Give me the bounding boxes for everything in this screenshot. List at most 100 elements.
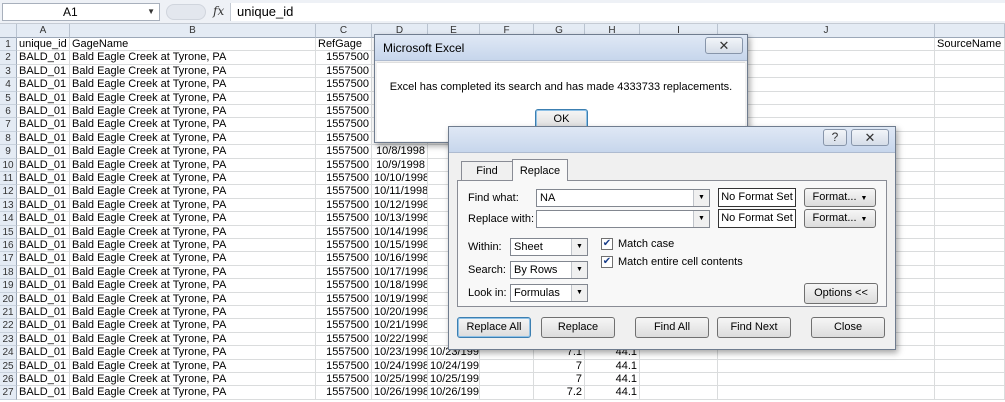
table-cell[interactable] [640,386,718,400]
table-cell[interactable]: Bald Eagle Creek at Tyrone, PA [70,386,316,400]
table-cell[interactable]: 10/16/1998 [372,252,428,266]
row-header[interactable]: 9 [0,145,17,159]
table-cell[interactable]: 10/24/1998 [372,359,428,373]
table-cell[interactable]: 1557500 [316,292,372,306]
table-cell[interactable] [935,212,1005,226]
table-cell[interactable]: BALD_01 [17,64,70,79]
find-next-button[interactable]: Find Next [717,317,791,338]
table-cell[interactable]: 10/25/1998 [428,373,480,387]
table-cell[interactable]: BALD_01 [17,319,70,333]
find-all-button[interactable]: Find All [635,317,709,338]
close-icon[interactable]: ✕ [851,129,889,146]
row-header[interactable]: 20 [0,292,17,306]
table-cell[interactable] [718,105,935,119]
table-cell[interactable]: BALD_01 [17,332,70,347]
table-cell[interactable]: 1557500 [316,131,372,146]
column-header[interactable]: A [17,24,70,38]
row-header[interactable]: 13 [0,198,17,213]
column-header[interactable] [935,24,1005,38]
table-cell[interactable]: 10/18/1998 [372,279,428,293]
table-cell[interactable]: BALD_01 [17,172,70,186]
table-cell[interactable]: 10/10/1998 [372,172,428,186]
find-what-input[interactable]: NA ▼ [536,189,710,207]
insert-function-icon[interactable]: fx [213,4,224,18]
column-header[interactable]: J [718,24,935,38]
row-header[interactable]: 4 [0,78,17,92]
table-cell[interactable] [718,51,935,65]
table-cell[interactable]: BALD_01 [17,91,70,105]
table-cell[interactable]: Bald Eagle Creek at Tyrone, PA [70,332,316,347]
table-cell[interactable]: 1557500 [316,185,372,199]
table-cell[interactable] [935,78,1005,92]
table-cell[interactable] [718,64,935,79]
row-header[interactable]: 2 [0,51,17,65]
row-header[interactable]: 15 [0,225,17,239]
table-cell[interactable]: Bald Eagle Creek at Tyrone, PA [70,64,316,79]
table-cell[interactable] [935,373,1005,387]
lookin-select[interactable]: Formulas ▼ [510,284,588,302]
replace-all-button[interactable]: Replace All [457,317,531,338]
table-cell[interactable] [935,91,1005,105]
table-cell[interactable]: BALD_01 [17,118,70,132]
table-cell[interactable]: Bald Eagle Creek at Tyrone, PA [70,359,316,373]
row-header[interactable]: 22 [0,319,17,333]
table-cell[interactable]: 1557500 [316,105,372,119]
table-cell[interactable]: Bald Eagle Creek at Tyrone, PA [70,292,316,306]
table-cell[interactable]: Bald Eagle Creek at Tyrone, PA [70,306,316,320]
row-header[interactable]: 11 [0,172,17,186]
table-cell[interactable]: 1557500 [316,225,372,239]
table-cell[interactable]: BALD_01 [17,158,70,172]
table-cell[interactable] [718,78,935,92]
table-cell[interactable]: 1557500 [316,212,372,226]
table-cell[interactable] [640,373,718,387]
table-cell[interactable]: 1557500 [316,118,372,132]
table-cell[interactable]: Bald Eagle Creek at Tyrone, PA [70,346,316,360]
row-header[interactable]: 23 [0,332,17,347]
table-cell[interactable]: Bald Eagle Creek at Tyrone, PA [70,319,316,333]
table-cell[interactable]: Bald Eagle Creek at Tyrone, PA [70,145,316,159]
table-cell[interactable]: 1557500 [316,279,372,293]
table-cell[interactable]: 10/26/1998 [428,386,480,400]
table-cell[interactable]: 1557500 [316,145,372,159]
table-cell[interactable] [480,386,534,400]
chevron-down-icon[interactable]: ▼ [147,4,155,20]
close-icon[interactable]: ✕ [705,37,743,54]
table-cell[interactable]: 1557500 [316,198,372,213]
table-cell[interactable]: 1557500 [316,346,372,360]
table-cell[interactable]: 1557500 [316,239,372,253]
table-cell[interactable]: 10/19/1998 [372,292,428,306]
row-header[interactable]: 21 [0,306,17,320]
table-cell[interactable] [935,359,1005,373]
table-cell[interactable]: 1557500 [316,386,372,400]
table-cell[interactable]: 44.1 [585,359,640,373]
table-cell[interactable] [935,51,1005,65]
header-cell[interactable]: unique_id [17,38,70,52]
message-dialog-titlebar[interactable]: Microsoft Excel ✕ [375,35,747,61]
table-cell[interactable]: BALD_01 [17,346,70,360]
row-header[interactable]: 7 [0,118,17,132]
row-header[interactable]: 27 [0,386,17,400]
chevron-down-icon[interactable]: ▼ [571,262,587,278]
table-cell[interactable]: 1557500 [316,265,372,280]
table-cell[interactable]: BALD_01 [17,145,70,159]
table-cell[interactable] [718,91,935,105]
table-cell[interactable] [935,185,1005,199]
row-header[interactable]: 25 [0,359,17,373]
table-cell[interactable]: 10/26/1998 [372,386,428,400]
table-cell[interactable]: Bald Eagle Creek at Tyrone, PA [70,373,316,387]
table-cell[interactable]: BALD_01 [17,105,70,119]
table-cell[interactable]: 10/23/1998 [372,346,428,360]
table-cell[interactable]: 1557500 [316,64,372,79]
within-select[interactable]: Sheet ▼ [510,238,588,256]
table-cell[interactable]: 10/11/1998 [372,185,428,199]
row-header[interactable]: 5 [0,91,17,105]
table-cell[interactable] [718,386,935,400]
table-cell[interactable] [935,64,1005,79]
table-cell[interactable] [935,158,1005,172]
match-entire-label[interactable]: Match entire cell contents [618,255,743,269]
row-header[interactable]: 10 [0,158,17,172]
formula-input[interactable]: unique_id [230,3,1005,21]
table-cell[interactable]: Bald Eagle Creek at Tyrone, PA [70,91,316,105]
table-cell[interactable] [935,265,1005,280]
row-header[interactable]: 26 [0,373,17,387]
